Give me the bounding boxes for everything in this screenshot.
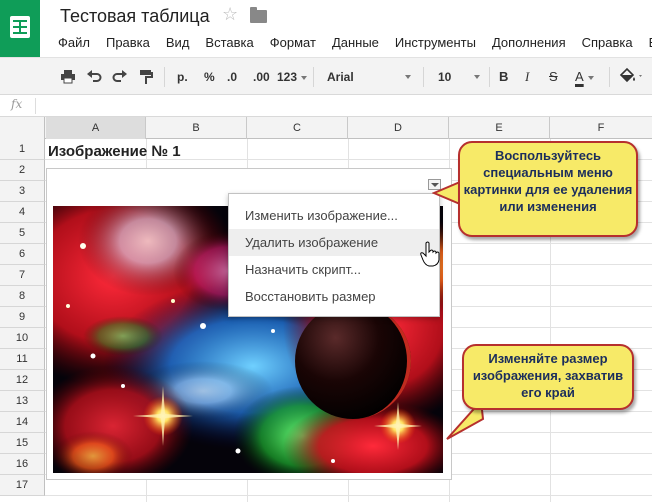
row-header-5[interactable]: 5: [0, 223, 45, 244]
menu-item-change-image[interactable]: Изменить изображение...: [229, 202, 439, 229]
menu-insert[interactable]: Вставка: [197, 35, 261, 53]
menu-item-assign-script[interactable]: Назначить скрипт...: [229, 256, 439, 283]
image-context-menu: Изменить изображение... Удалить изображе…: [228, 193, 440, 317]
strikethrough-button[interactable]: S: [549, 68, 558, 86]
menu-item-restore-size[interactable]: Восстановить размер: [229, 283, 439, 310]
star-icon[interactable]: ☆: [222, 4, 238, 25]
italic-button[interactable]: I: [525, 68, 529, 86]
print-icon[interactable]: [60, 69, 76, 87]
row-header-6[interactable]: 6: [0, 244, 45, 265]
row-header-10[interactable]: 10: [0, 328, 45, 349]
menu-help[interactable]: Справка: [574, 35, 641, 53]
row-header-14[interactable]: 14: [0, 412, 45, 433]
column-header-d[interactable]: D: [348, 117, 449, 139]
select-all-corner[interactable]: [0, 117, 45, 139]
percent-format-button[interactable]: %: [204, 68, 215, 86]
row-header-17[interactable]: 17: [0, 475, 45, 496]
fx-label: fx: [11, 97, 23, 111]
row-header-1[interactable]: 1: [0, 139, 45, 160]
folder-icon[interactable]: [250, 7, 267, 23]
menu-bar: Файл Правка Вид Вставка Формат Данные Ин…: [50, 35, 652, 53]
decimal-increase-button[interactable]: .00: [253, 68, 270, 86]
callout-resize-tip: Изменяйте размер изображения, захватив е…: [462, 344, 634, 410]
cell-a1[interactable]: Изображение № 1: [48, 143, 181, 160]
formula-input[interactable]: [42, 98, 642, 114]
currency-format-button[interactable]: р.: [177, 68, 188, 86]
menu-edit[interactable]: Правка: [98, 35, 158, 53]
column-header-c[interactable]: C: [247, 117, 348, 139]
row-header-8[interactable]: 8: [0, 286, 45, 307]
menu-data[interactable]: Данные: [324, 35, 387, 53]
row-header-16[interactable]: 16: [0, 454, 45, 475]
sheets-icon: [10, 16, 30, 38]
font-size-dropdown[interactable]: 10: [438, 68, 480, 86]
spreadsheet-grid[interactable]: A B C D E F 1 2 3 4 5 6 7 8 9 10 11 12 13 14 15 16 17 Из…: [0, 117, 652, 502]
column-header-b[interactable]: B: [146, 117, 247, 139]
decimal-decrease-button[interactable]: .0: [227, 68, 237, 86]
column-header-row: A B C D E F: [0, 117, 652, 139]
row-header-4[interactable]: 4: [0, 202, 45, 223]
row-header-3[interactable]: 3: [0, 181, 45, 202]
redo-icon[interactable]: [112, 69, 128, 87]
toolbar: р. % .0 .00 123 Arial 10 B I S A: [0, 57, 652, 95]
row-header-15[interactable]: 15: [0, 433, 45, 454]
row-header-11[interactable]: 11: [0, 349, 45, 370]
text-color-button[interactable]: A: [575, 68, 601, 86]
menu-format[interactable]: Формат: [262, 35, 324, 53]
column-header-f[interactable]: F: [550, 117, 652, 139]
bold-button[interactable]: B: [499, 68, 508, 86]
menu-view[interactable]: Вид: [158, 35, 198, 53]
row-header-13[interactable]: 13: [0, 391, 45, 412]
hand-cursor-icon: [420, 241, 440, 267]
menu-item-delete-image[interactable]: Удалить изображение: [229, 229, 439, 256]
number-format-dropdown[interactable]: 123: [277, 68, 308, 86]
menu-overflow[interactable]: Е: [641, 35, 652, 53]
menu-addons[interactable]: Дополнения: [484, 35, 574, 53]
menu-tools[interactable]: Инструменты: [387, 35, 484, 53]
row-header-12[interactable]: 12: [0, 370, 45, 391]
row-header-7[interactable]: 7: [0, 265, 45, 286]
font-family-dropdown[interactable]: Arial: [327, 68, 411, 86]
fill-color-icon[interactable]: [618, 67, 644, 85]
menu-file[interactable]: Файл: [50, 35, 98, 53]
row-header-9[interactable]: 9: [0, 307, 45, 328]
document-title[interactable]: Тестовая таблица: [60, 6, 210, 27]
column-header-e[interactable]: E: [449, 117, 550, 139]
column-header-a[interactable]: A: [46, 117, 146, 139]
undo-icon[interactable]: [86, 69, 102, 87]
sheets-logo[interactable]: [0, 0, 40, 57]
paint-format-icon[interactable]: [138, 69, 154, 87]
callout-menu-tip: Воспользуйтесь специальным меню картинки…: [458, 141, 638, 237]
formula-bar: fx: [0, 95, 652, 117]
row-header-2[interactable]: 2: [0, 160, 45, 181]
